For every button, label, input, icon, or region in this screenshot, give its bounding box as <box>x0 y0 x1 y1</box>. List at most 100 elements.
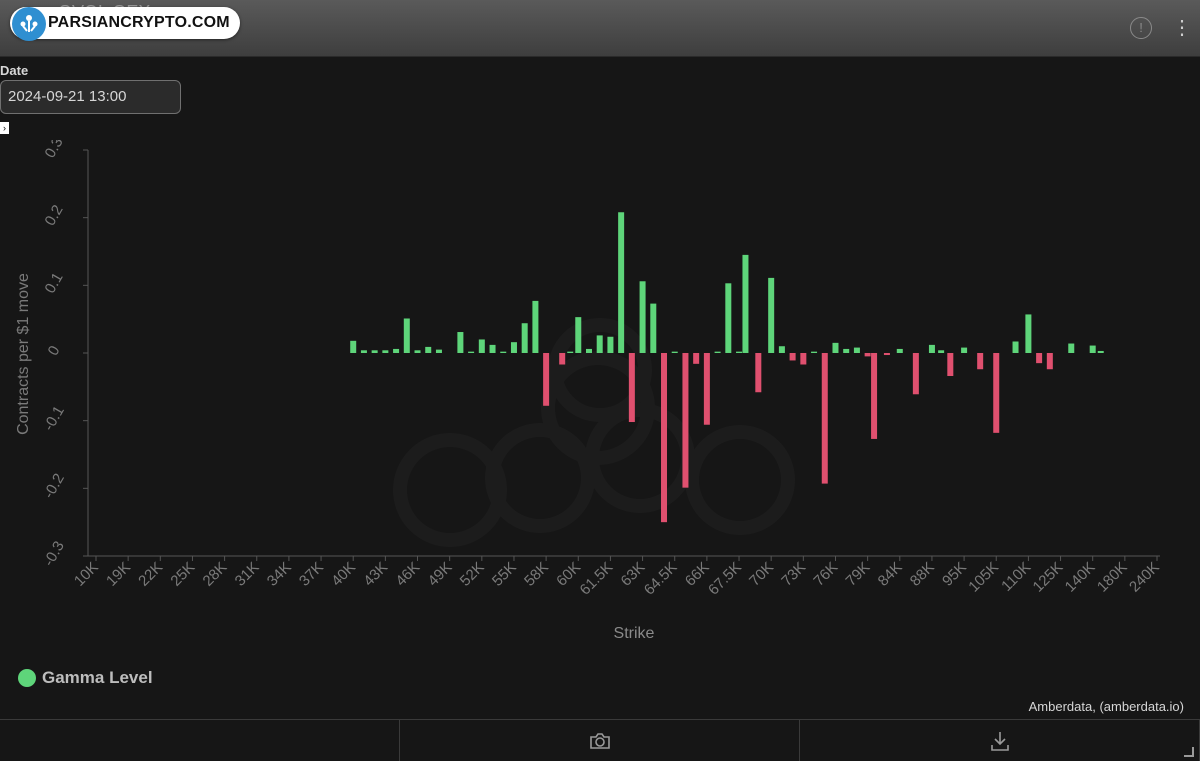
gamma-bar[interactable] <box>947 353 954 377</box>
gamma-bar[interactable] <box>360 350 367 353</box>
bar-series <box>350 212 1104 523</box>
gamma-bar[interactable] <box>755 353 762 393</box>
gamma-bar[interactable] <box>585 348 592 353</box>
gamma-bar[interactable] <box>1097 350 1104 353</box>
gamma-bar[interactable] <box>821 353 828 484</box>
x-tick-label: 73K <box>778 559 809 590</box>
gamma-bar[interactable] <box>811 351 818 353</box>
watermark-badge: PARSIANCRYPTO.COM <box>10 7 240 41</box>
gamma-bar[interactable] <box>425 346 432 353</box>
gamma-bar[interactable] <box>883 353 890 356</box>
gamma-bar[interactable] <box>435 349 442 353</box>
gamma-bar[interactable] <box>382 350 389 353</box>
gamma-bar[interactable] <box>938 350 945 353</box>
expand-toggle-icon[interactable]: › <box>0 122 9 134</box>
gamma-bar[interactable] <box>961 347 968 353</box>
x-tick-label: 140K <box>1062 559 1099 596</box>
gamma-bar[interactable] <box>843 348 850 353</box>
gamma-bar[interactable] <box>1025 314 1032 353</box>
y-tick-label: 0 <box>45 343 64 359</box>
x-tick-label: 240K <box>1126 559 1163 596</box>
gamma-bar[interactable] <box>742 254 749 353</box>
x-tick-label: 52K <box>457 559 488 590</box>
legend-label: Gamma Level <box>42 668 153 687</box>
gamma-bar[interactable] <box>977 353 984 370</box>
gamma-bar[interactable] <box>350 340 357 353</box>
y-tick-label: -0.1 <box>40 403 68 434</box>
gamma-bar[interactable] <box>661 353 668 523</box>
gamma-bar[interactable] <box>693 353 700 364</box>
gamma-bar[interactable] <box>682 353 689 488</box>
gamma-bar[interactable] <box>403 318 410 353</box>
x-tick-label: 125K <box>1030 559 1067 596</box>
gamma-bar[interactable] <box>607 336 614 353</box>
gamma-bar[interactable] <box>912 353 919 395</box>
gamma-bar[interactable] <box>1036 353 1043 364</box>
download-button[interactable] <box>800 720 1200 761</box>
x-tick-label: 88K <box>907 559 938 590</box>
gamma-bar[interactable] <box>567 351 574 353</box>
y-axis-label: Contracts per $1 move <box>15 273 32 435</box>
resize-handle-icon[interactable] <box>1184 747 1194 757</box>
gamma-bar[interactable] <box>575 317 582 353</box>
gamma-bar[interactable] <box>510 342 517 353</box>
gamma-bar[interactable] <box>871 353 878 439</box>
gamma-bar[interactable] <box>853 347 860 353</box>
date-input[interactable]: 2024-09-21 13:00 <box>0 80 181 114</box>
snapshot-button[interactable] <box>400 720 800 761</box>
info-icon[interactable]: ! <box>1130 17 1152 39</box>
x-tick-label: 180K <box>1094 559 1131 596</box>
gamma-bar[interactable] <box>628 353 635 423</box>
x-tick-label: 58K <box>521 559 552 590</box>
gamma-bar[interactable] <box>639 281 646 353</box>
gamma-bar[interactable] <box>371 350 378 353</box>
gamma-bar[interactable] <box>1046 353 1053 370</box>
gamma-bar[interactable] <box>1012 341 1019 353</box>
gamma-bar[interactable] <box>457 332 464 353</box>
gamma-bar[interactable] <box>1068 343 1075 353</box>
gamma-bar[interactable] <box>703 353 710 425</box>
camera-icon <box>589 732 610 749</box>
gamma-bar[interactable] <box>725 283 732 353</box>
gamma-bar[interactable] <box>993 353 1000 433</box>
gamma-bar[interactable] <box>489 344 496 353</box>
amberdata-watermark-logo <box>393 318 795 547</box>
gamma-bar[interactable] <box>414 350 421 353</box>
credit-text: Amberdata, (amberdata.io) <box>1028 699 1184 714</box>
gamma-bar[interactable] <box>789 353 796 361</box>
gamma-bar[interactable] <box>671 351 678 353</box>
gamma-bar[interactable] <box>393 348 400 353</box>
x-tick-label: 84K <box>875 559 906 590</box>
x-tick-label: 28K <box>200 559 231 590</box>
gamma-bar[interactable] <box>596 335 603 353</box>
gamma-bar[interactable] <box>532 300 539 353</box>
gamma-bar[interactable] <box>800 353 807 365</box>
gamma-bar[interactable] <box>618 212 625 353</box>
gamma-bar[interactable] <box>928 344 935 353</box>
gamma-bar[interactable] <box>478 339 485 353</box>
gamma-bar[interactable] <box>864 353 871 357</box>
watermark-badge-text: PARSIANCRYPTO.COM <box>48 14 230 31</box>
gamma-bar[interactable] <box>1089 345 1096 353</box>
gamma-bar[interactable] <box>896 348 903 353</box>
x-tick-label: 67.5K <box>705 559 745 599</box>
chart-legend[interactable]: Gamma Level <box>18 668 153 688</box>
gamma-bar[interactable] <box>500 351 507 353</box>
y-tick-label: 0.1 <box>42 270 67 297</box>
x-tick-label: 61.5K <box>577 559 617 599</box>
x-tick-label: 43K <box>360 559 391 590</box>
gamma-bar[interactable] <box>650 303 657 353</box>
y-tick-label: 0.3 <box>42 140 67 161</box>
gamma-bar[interactable] <box>768 277 775 353</box>
gamma-bar[interactable] <box>521 323 528 353</box>
gamma-bar[interactable] <box>559 353 566 365</box>
gamma-bar[interactable] <box>832 342 839 353</box>
gamma-bar[interactable] <box>543 353 550 406</box>
more-options-icon[interactable]: ⋮ <box>1172 16 1192 40</box>
x-tick-label: 105K <box>965 559 1002 596</box>
gamma-bar[interactable] <box>468 351 475 353</box>
gamma-bar[interactable] <box>778 346 785 353</box>
x-tick-label: 10K <box>71 559 102 590</box>
gamma-bar[interactable] <box>714 351 721 353</box>
gamma-bar[interactable] <box>736 351 743 353</box>
